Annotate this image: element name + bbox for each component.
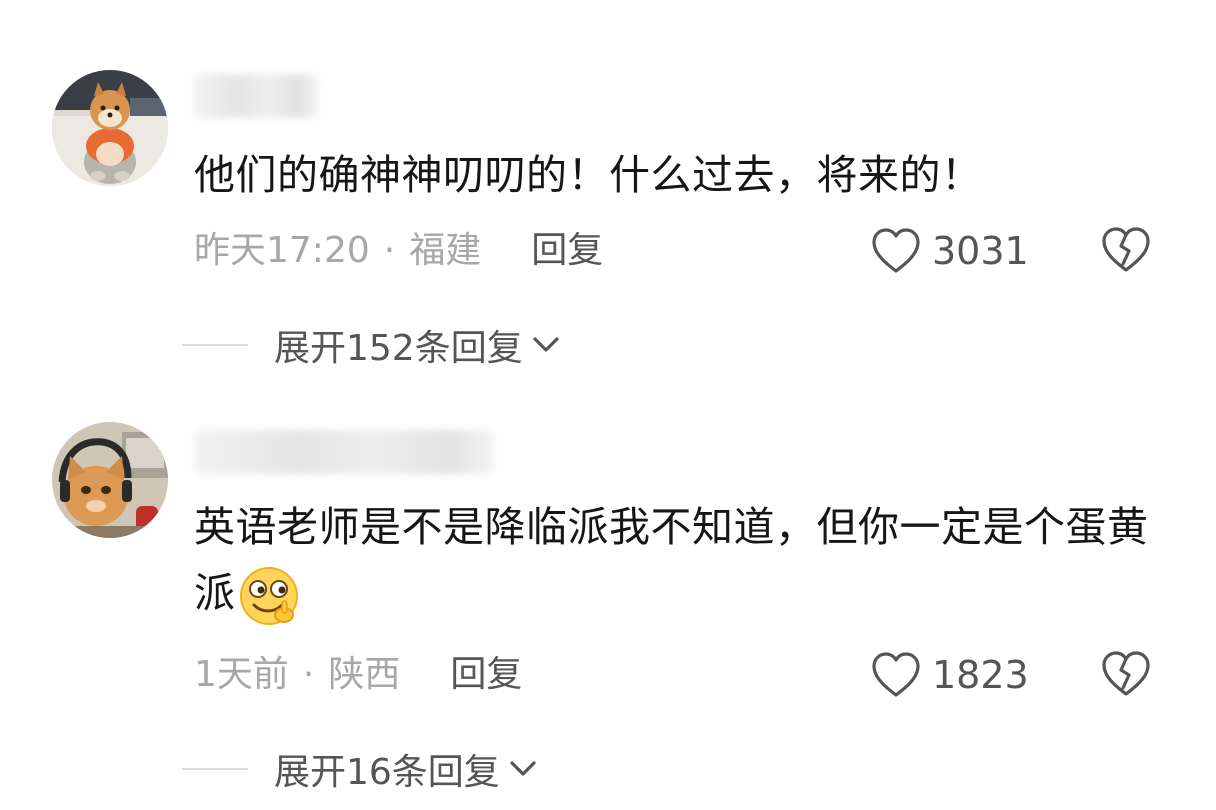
expand-replies-button[interactable]: 展开152条回复 (182, 320, 561, 370)
reply-button[interactable]: 回复 (450, 654, 522, 695)
like-count: 1823 (932, 653, 1029, 697)
divider-line (182, 768, 248, 770)
chevron-down-icon (510, 761, 536, 776)
smirk-emoji-icon (239, 567, 298, 625)
avatar-dog-image (52, 70, 168, 186)
comment-item: 英语老师是不是降临派我不知道，但你一定是个蛋黄派 1天前 · 陕西 回复 1823 展… (0, 400, 1216, 810)
expand-replies-label: 展开152条回复 (274, 328, 523, 369)
heart-outline-icon (872, 228, 920, 273)
username-blurred[interactable] (194, 430, 494, 474)
avatar[interactable] (52, 70, 168, 186)
comment-text: 英语老师是不是降临派我不知道，但你一定是个蛋黄派 (194, 494, 1174, 627)
comment-meta: 昨天17:20 · 福建 回复 (194, 226, 603, 276)
comment-location: 陕西 (328, 654, 401, 695)
username-blurred[interactable] (194, 74, 318, 118)
like-count: 3031 (932, 229, 1029, 273)
chevron-down-icon (533, 337, 559, 352)
broken-heart-icon[interactable] (1100, 648, 1152, 700)
comment-meta: 1天前 · 陕西 回复 (194, 650, 522, 700)
comment-text: 他们的确神神叨叨的！什么过去，将来的！ (194, 151, 983, 199)
expand-replies-label: 展开16条回复 (274, 752, 500, 793)
broken-heart-icon[interactable] (1100, 224, 1152, 276)
comment-time: 昨天17:20 (194, 230, 370, 271)
comment-text-content: 英语老师是不是降临派我不知道，但你一定是个蛋黄派 (194, 503, 1149, 617)
meta-separator: · (383, 230, 396, 271)
heart-outline-icon (872, 652, 920, 697)
comment-time: 1天前 (194, 654, 289, 695)
like-button[interactable]: 3031 (870, 226, 1029, 276)
expand-replies-button[interactable]: 展开16条回复 (182, 744, 538, 794)
comment-location: 福建 (409, 230, 482, 271)
like-button[interactable]: 1823 (870, 650, 1029, 700)
avatar[interactable] (52, 422, 168, 538)
reply-button[interactable]: 回复 (531, 230, 603, 271)
divider-line (182, 344, 248, 346)
meta-separator: · (302, 654, 315, 695)
comment-item: 他们的确神神叨叨的！什么过去，将来的！ 昨天17:20 · 福建 回复 3031 展开… (0, 0, 1216, 400)
avatar-cat-image (52, 422, 168, 538)
